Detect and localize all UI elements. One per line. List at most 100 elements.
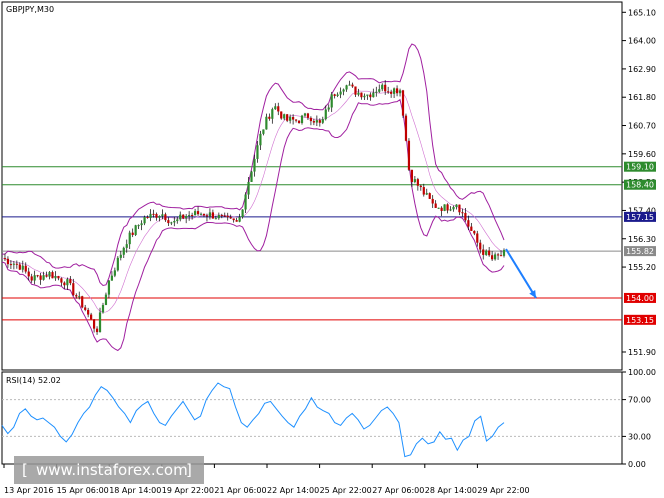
- rsi-tick-label: 30.00: [628, 432, 651, 441]
- candle-body: [104, 294, 108, 305]
- candle-body: [425, 193, 428, 195]
- candle-body: [488, 250, 491, 256]
- candle-body: [482, 249, 485, 255]
- candle-body: [286, 114, 289, 121]
- candle-body: [92, 319, 96, 329]
- candle-body: [330, 94, 333, 108]
- candle-body: [491, 255, 494, 260]
- candle-body: [113, 270, 116, 276]
- candle-body: [149, 213, 152, 218]
- candle-body: [416, 179, 419, 186]
- candle-body: [244, 194, 247, 210]
- level-tag-label: 157.15: [626, 213, 654, 222]
- candle-body: [161, 214, 164, 217]
- candle-body: [193, 211, 197, 216]
- candle-body: [422, 187, 425, 195]
- candle-body: [18, 264, 21, 270]
- candle-body: [289, 117, 292, 121]
- candle-body: [140, 223, 143, 226]
- candle-body: [277, 106, 280, 112]
- candle-body: [235, 220, 238, 222]
- candle-body: [366, 94, 369, 96]
- candle-body: [63, 282, 66, 286]
- candle-body: [443, 204, 446, 211]
- candle-body: [321, 119, 324, 123]
- candle-body: [170, 222, 173, 224]
- candle-body: [312, 121, 315, 123]
- candle-body: [122, 247, 125, 255]
- candle-body: [30, 276, 33, 281]
- candle-body: [485, 250, 488, 255]
- candle-body: [119, 254, 122, 258]
- candle-body: [253, 158, 256, 172]
- candle-body: [372, 92, 375, 98]
- candle-body: [98, 312, 102, 333]
- time-tick-label: 27 Apr 06:00: [372, 486, 424, 495]
- candle-body: [247, 181, 250, 195]
- candle-body: [342, 89, 345, 92]
- candle-body: [387, 91, 390, 93]
- candle-body: [502, 249, 506, 256]
- candle-body: [499, 255, 503, 257]
- candle-body: [467, 220, 470, 227]
- candle-body: [57, 276, 60, 279]
- candle-body: [404, 115, 408, 141]
- price-tick-label: 162.90: [628, 65, 656, 74]
- candle-body: [446, 204, 449, 211]
- time-tick-label: 18 Apr 14:00: [109, 486, 161, 495]
- candle-body: [3, 258, 7, 260]
- candle-body: [283, 114, 286, 119]
- candle-body: [191, 215, 194, 217]
- candle-body: [27, 271, 30, 277]
- candle-body: [452, 206, 455, 210]
- price-tick-label: 151.90: [628, 348, 656, 357]
- candle-body: [69, 279, 72, 284]
- chart-canvas: 165.10 164.00 162.90 161.80 160.70 159.60 158.…: [1, 1, 656, 495]
- candle-body: [413, 179, 416, 182]
- candle-body: [211, 212, 214, 219]
- candle-body: [241, 209, 244, 218]
- candle-body: [274, 106, 277, 110]
- candle-body: [238, 217, 241, 222]
- candle-body: [134, 225, 137, 235]
- candle-body: [407, 140, 411, 170]
- candle-body: [315, 120, 318, 123]
- candle-body: [229, 217, 232, 219]
- candle-body: [167, 220, 170, 224]
- candle-body: [66, 279, 69, 286]
- price-tick-label: 159.60: [628, 150, 656, 159]
- candle-body: [131, 232, 134, 235]
- candle-body: [116, 257, 119, 271]
- candle-body: [137, 225, 140, 227]
- candle-body: [262, 129, 265, 134]
- candle-body: [6, 258, 10, 265]
- rsi-tick-label: 100.00: [628, 368, 656, 377]
- time-tick-label: 29 Apr 22:00: [477, 486, 529, 495]
- candle-body: [392, 88, 396, 94]
- candle-body: [348, 84, 351, 86]
- candle-body: [363, 95, 366, 98]
- candle-body: [336, 94, 339, 96]
- candle-body: [461, 212, 464, 214]
- candle-body: [214, 218, 217, 220]
- candle-body: [351, 84, 354, 87]
- candle-body: [9, 264, 13, 266]
- candle-body: [437, 207, 440, 209]
- candle-body: [107, 280, 111, 295]
- candle-body: [158, 216, 161, 218]
- candle-body: [51, 272, 54, 279]
- candle-body: [21, 265, 24, 270]
- candle-body: [226, 215, 229, 218]
- watermark-bracket-open: [: [22, 461, 28, 479]
- candle-body: [345, 85, 348, 90]
- time-tick-label: 22 Apr 14:00: [267, 486, 319, 495]
- candle-body: [401, 90, 405, 116]
- candle-body: [292, 117, 295, 120]
- candle-body: [268, 116, 271, 119]
- candle-body: [110, 275, 114, 281]
- candle-body: [146, 216, 149, 218]
- rsi-tick-label: 70.00: [628, 396, 651, 405]
- rsi-tick-label: 0.00: [628, 460, 646, 469]
- candle-body: [188, 215, 191, 217]
- candle-body: [303, 113, 307, 116]
